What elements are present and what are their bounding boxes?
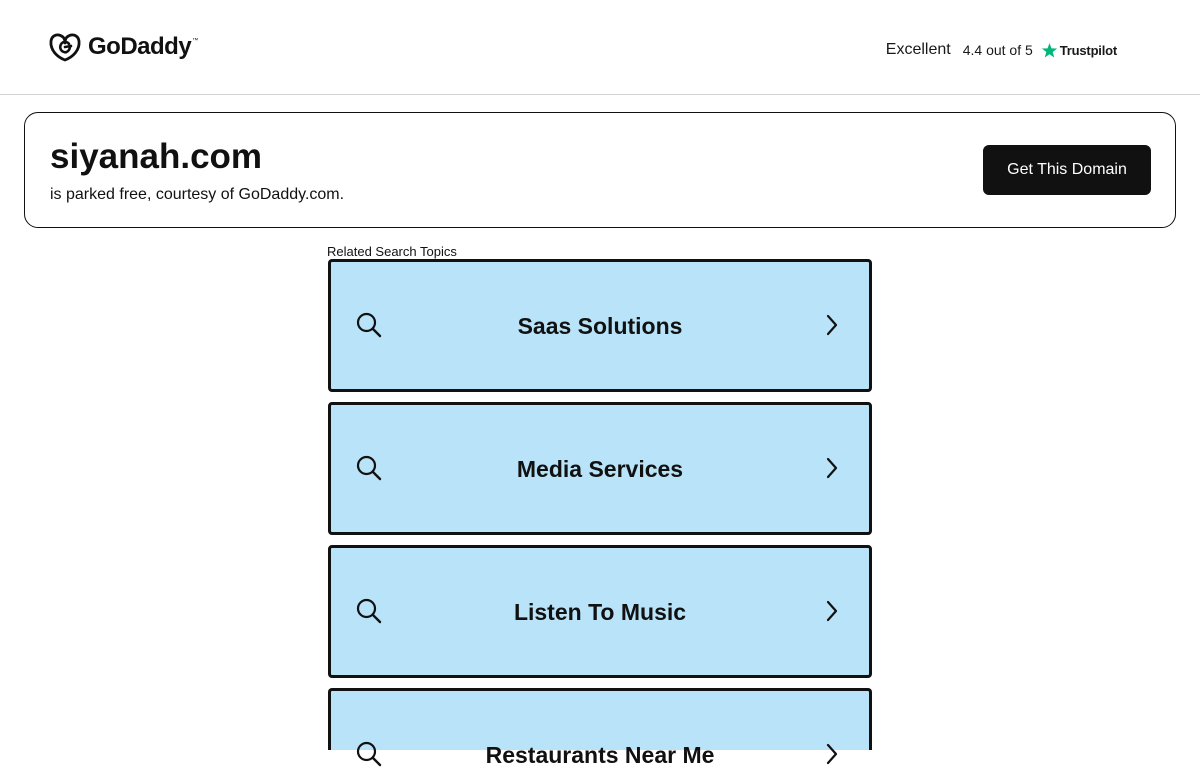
chevron-right-icon [826, 743, 838, 765]
get-this-domain-button[interactable]: Get This Domain [983, 145, 1151, 195]
topic-label: Media Services [516, 456, 684, 482]
rating-word: Excellent [885, 41, 951, 58]
godaddy-logo[interactable]: GoDaddy ™ [48, 31, 198, 63]
rating-score: 4.4 out of 5 [962, 42, 1033, 58]
topic-saas-solutions[interactable]: Saas Solutions [328, 259, 872, 392]
site-header: GoDaddy ™ Excellent 4.4 out of 5 Trustpi… [0, 0, 1200, 95]
chevron-right-icon [826, 457, 838, 479]
domain-name: siyanah.com [50, 137, 263, 176]
chevron-right-icon [826, 600, 838, 622]
trustpilot-star-icon [1041, 42, 1057, 57]
topic-listen-to-music[interactable]: Listen To Music [328, 545, 872, 678]
logo-wordmark: GoDaddy [88, 33, 192, 60]
related-search-label: Related Search Topics [327, 244, 457, 259]
topic-label: Saas Solutions [517, 313, 683, 339]
topic-label: Listen To Music [513, 599, 687, 625]
trustpilot-wordmark: Trustpilot [1059, 42, 1117, 58]
topic-media-services[interactable]: Media Services [328, 402, 872, 535]
trustpilot-rating[interactable]: Excellent 4.4 out of 5 Trustpilot [886, 40, 1117, 60]
logo-trademark: ™ [192, 38, 199, 44]
parked-notice: is parked free, courtesy of GoDaddy.com. [50, 186, 345, 203]
topic-label: Restaurants Near Me [485, 742, 715, 768]
topic-restaurants-near-me[interactable]: Restaurants Near Me [328, 688, 872, 768]
domain-card: siyanah.com is parked free, courtesy of … [24, 112, 1176, 228]
godaddy-logo-icon [49, 33, 81, 62]
chevron-right-icon [826, 314, 838, 336]
